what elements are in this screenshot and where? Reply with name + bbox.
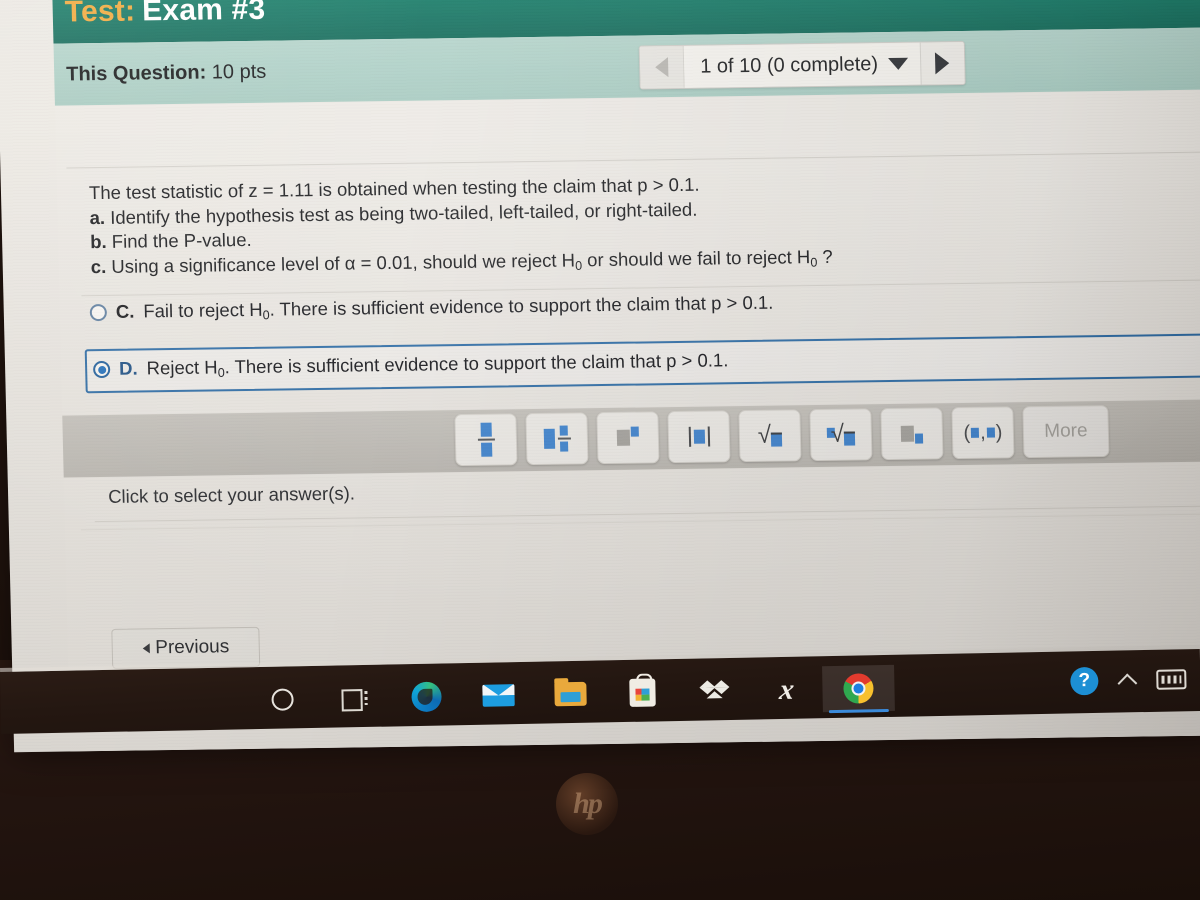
cortana-icon[interactable] <box>246 676 319 723</box>
part-a-label: a. <box>89 206 106 228</box>
radio-button-d[interactable] <box>92 360 111 379</box>
answer-hint: Click to select your answer(s). <box>107 482 356 507</box>
square-root-icon: √ <box>758 422 783 449</box>
dropbox-icon[interactable] <box>678 668 751 715</box>
more-button[interactable]: More <box>1022 404 1110 459</box>
keyboard-icon[interactable] <box>1156 669 1187 690</box>
previous-button-label: Previous <box>155 636 230 659</box>
fraction-button[interactable] <box>454 413 518 467</box>
nth-root-icon: √ <box>826 421 856 448</box>
answer-choice-c[interactable]: C. Fail to reject H0. There is sufficien… <box>89 286 1200 325</box>
nth-root-button[interactable]: √ <box>809 408 873 462</box>
quiz-page: Test: Exam #3 This Question: 10 pts 1 of… <box>52 0 1200 752</box>
answer-choice-d[interactable]: D. Reject H0. There is sufficient eviden… <box>84 333 1200 393</box>
fraction-icon <box>477 422 495 457</box>
pager-dropdown[interactable]: 1 of 10 (0 complete) <box>683 42 921 88</box>
exponent-button[interactable] <box>596 411 660 465</box>
previous-question-arrow[interactable] <box>639 45 685 89</box>
part-c-text-pre: Using a significance level of α = 0.01, … <box>111 249 576 277</box>
photo-scene: hp Test: Exam #3 This Question: 10 pts 1… <box>0 0 1200 900</box>
ordered-pair-icon: (,) <box>963 420 1003 444</box>
divider-bottom-2 <box>80 513 1200 531</box>
mixed-number-button[interactable] <box>525 412 589 466</box>
part-b-text: Find the P-value. <box>111 229 252 253</box>
file-explorer-icon[interactable] <box>534 670 607 717</box>
exponent-icon <box>616 426 639 446</box>
edge-icon[interactable] <box>390 673 463 720</box>
microsoft-store-icon[interactable] <box>606 669 679 716</box>
choice-c-letter: C. <box>115 300 135 322</box>
part-c-text-post: ? <box>817 245 833 267</box>
question-pager[interactable]: 1 of 10 (0 complete) <box>638 40 966 90</box>
triangle-left-small-icon <box>142 643 150 654</box>
pager-status: 1 of 10 (0 complete) <box>699 52 879 78</box>
taskbar-items: x <box>246 664 895 723</box>
show-hidden-icons-chevron[interactable] <box>1117 672 1138 693</box>
choice-d-text-post: . There is sufficient evidence to suppor… <box>224 349 729 378</box>
absolute-value-button[interactable] <box>667 410 731 464</box>
part-c-label: c. <box>90 255 107 277</box>
mixed-number-icon <box>543 425 571 452</box>
triangle-right-icon <box>935 52 950 75</box>
square-root-button[interactable]: √ <box>738 409 802 463</box>
test-label: Test: <box>64 0 136 29</box>
choice-c-text-post: . There is sufficient evidence to suppor… <box>269 291 774 320</box>
task-view-icon[interactable] <box>318 675 391 722</box>
subscript-icon <box>900 425 924 444</box>
subscript-button[interactable] <box>880 407 944 461</box>
part-c-text-mid: or should we fail to reject H <box>581 245 811 271</box>
divider-top <box>66 151 1200 169</box>
ordered-pair-button[interactable]: (,) <box>951 406 1015 460</box>
laptop-screen: Test: Exam #3 This Question: 10 pts 1 of… <box>0 0 1200 753</box>
divider-bottom <box>94 505 1200 523</box>
points-label: This Question: <box>65 61 207 85</box>
question-text: The test statistic of z = 1.11 is obtain… <box>89 166 1157 281</box>
triangle-left-icon <box>654 57 669 78</box>
part-b-label: b. <box>89 231 107 253</box>
choice-c-text-pre: Fail to reject H <box>143 298 263 322</box>
test-name: Exam #3 <box>141 0 266 28</box>
points-text: This Question: 10 pts <box>66 60 267 86</box>
choice-c-text: Fail to reject H0. There is sufficient e… <box>143 292 774 324</box>
points-value: 10 pts <box>211 60 267 83</box>
math-palette: √ √ (,) More <box>454 404 1110 467</box>
choice-d-text: Reject H0. There is sufficient evidence … <box>146 349 728 381</box>
system-tray: ? <box>1070 665 1187 696</box>
lightning-app-icon[interactable]: x <box>750 666 823 713</box>
absolute-value-icon <box>688 426 710 447</box>
mail-icon[interactable] <box>462 672 535 719</box>
chevron-down-icon <box>887 57 909 71</box>
next-question-arrow[interactable] <box>919 41 965 85</box>
chrome-icon[interactable] <box>822 664 895 713</box>
radio-button-c[interactable] <box>89 303 108 322</box>
help-icon[interactable]: ? <box>1070 666 1099 696</box>
choice-d-letter: D. <box>118 357 138 379</box>
choice-d-text-pre: Reject H <box>146 356 218 379</box>
hp-logo: hp <box>556 773 618 835</box>
